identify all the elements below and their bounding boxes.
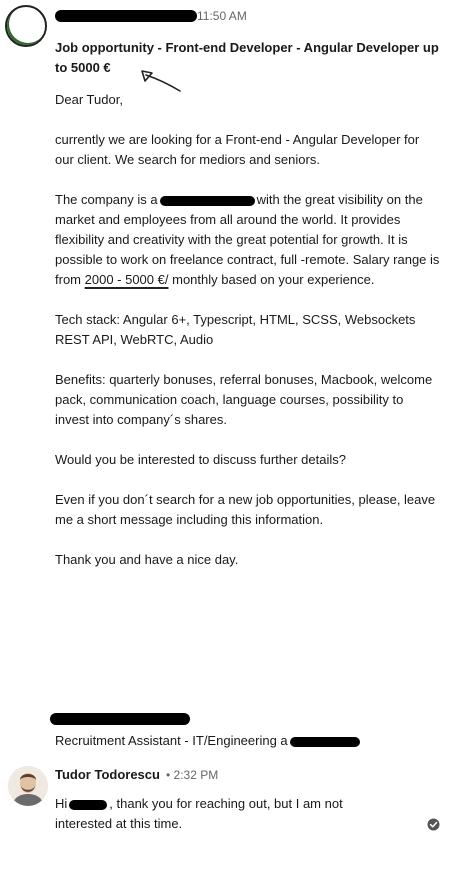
message-subject: Job opportunity - Front-end Developer - … — [55, 40, 439, 75]
paragraph-thanks: Thank you and have a nice day. — [55, 552, 239, 567]
company-text-a: The company is a — [55, 192, 158, 207]
message-body: Dear Tudor, currently we are looking for… — [55, 90, 440, 590]
reply-text-a: Hi — [55, 796, 68, 811]
paragraph-company: The company is a with the great visibilit… — [55, 190, 440, 290]
person-avatar-icon — [8, 766, 48, 806]
message-timestamp: 11:50 AM — [197, 9, 247, 23]
paragraph-question: Would you be interested to discuss furth… — [55, 452, 346, 467]
paragraph-intro: currently we are looking for a Front-end… — [55, 132, 420, 167]
redacted-signature-name — [50, 713, 190, 725]
redacted-recipient-name — [69, 799, 108, 810]
salary-range: 2000 - 5000 €/ — [84, 272, 169, 287]
reply-body: Hi, thank you for reaching out, but I am… — [55, 794, 400, 834]
sender-avatar[interactable] — [5, 5, 47, 47]
tech-stack-line-1: Tech stack: Angular 6+, Typescript, HTML… — [55, 312, 416, 327]
signature-title-text: Recruitment Assistant - IT/Engineering a — [55, 733, 288, 748]
paragraph-even-if: Even if you don´t search for a new job o… — [55, 492, 436, 527]
paragraph-benefits: Benefits: quarterly bonuses, referral bo… — [55, 372, 433, 427]
reply-timestamp: • 2:32 PM — [166, 768, 219, 782]
redacted-company — [159, 195, 255, 206]
reply-sender-name[interactable]: Tudor Todorescu — [55, 767, 160, 782]
signature-title: Recruitment Assistant - IT/Engineering a — [55, 731, 375, 751]
greeting: Dear Tudor, — [55, 92, 123, 107]
tech-stack-line-2: REST API, WebRTC, Audio — [55, 332, 214, 347]
redacted-signature-company — [289, 736, 360, 747]
user-avatar[interactable] — [8, 766, 48, 806]
company-text-c: monthly based on your experience. — [172, 272, 375, 287]
check-circle-icon — [427, 818, 440, 831]
redacted-sender-name — [55, 10, 197, 22]
